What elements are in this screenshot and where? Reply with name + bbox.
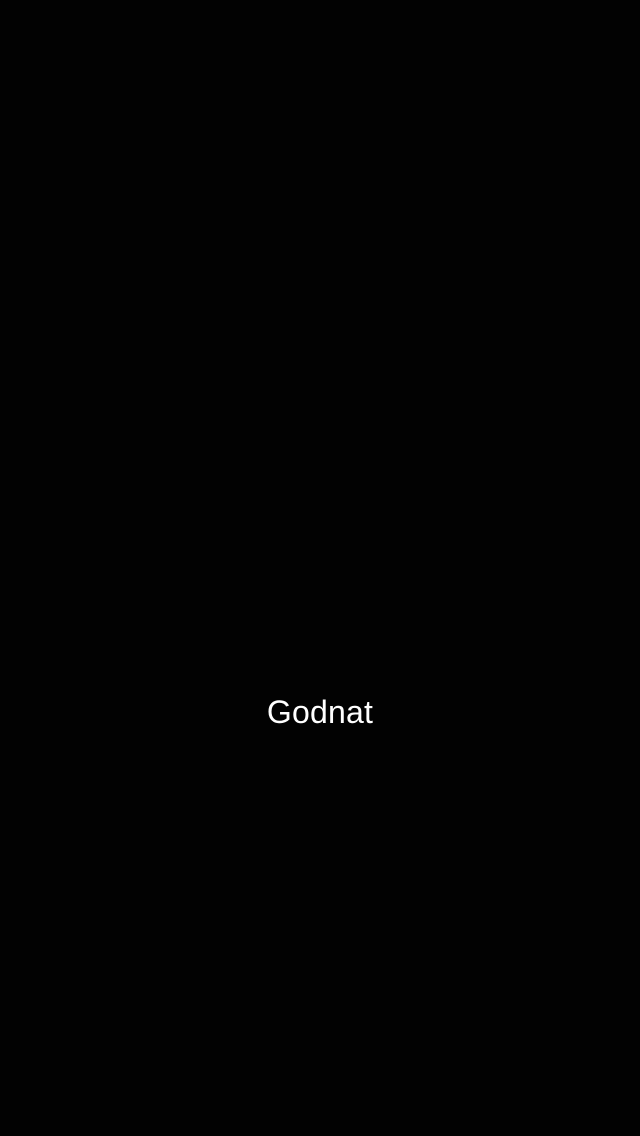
center-message: Godnat [266,694,374,730]
dark-screen: Godnat [0,0,640,1136]
